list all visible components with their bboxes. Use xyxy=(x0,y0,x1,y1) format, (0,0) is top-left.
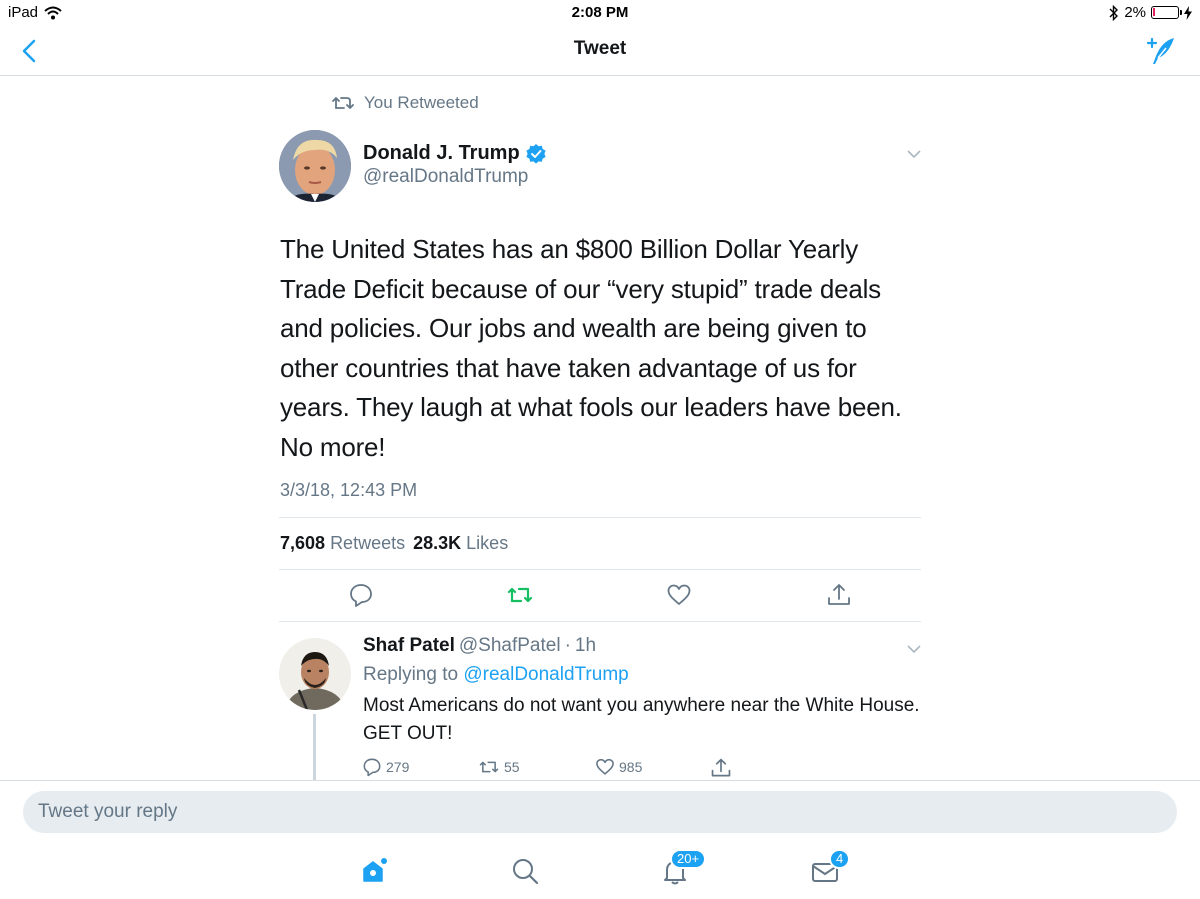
retweet-count: 55 xyxy=(504,759,520,775)
chevron-down-icon[interactable] xyxy=(905,147,923,161)
divider xyxy=(279,569,921,570)
status-bar: iPad 2:08 PM 2% xyxy=(0,0,1200,26)
battery-icon xyxy=(1151,6,1182,19)
reply-avatar[interactable] xyxy=(279,638,351,710)
reply-input[interactable] xyxy=(23,791,1177,833)
tweet-timestamp: 3/3/18, 12:43 PM xyxy=(280,480,418,500)
retweeted-indicator: You Retweeted xyxy=(332,93,479,113)
avatar-image xyxy=(279,130,351,202)
reply-composer xyxy=(0,780,1200,844)
author-name[interactable]: Donald J. Trump xyxy=(363,142,546,165)
replying-to-label: Replying to xyxy=(363,664,459,685)
reply-like-action[interactable]: 985 xyxy=(595,757,642,777)
author-name-text: Donald J. Trump xyxy=(363,142,520,164)
reply-author-name[interactable]: Shaf Patel xyxy=(363,635,455,657)
reply-time: 1h xyxy=(574,635,597,656)
tweet-stats: 7,608 Retweets 28.3K Likes xyxy=(280,533,508,554)
messages-badge: 4 xyxy=(829,849,851,869)
retweets-label: Retweets xyxy=(330,533,406,553)
home-icon[interactable] xyxy=(360,856,390,886)
tab-bar: 20+ 4 xyxy=(0,844,1200,899)
charging-bolt-icon xyxy=(1184,5,1192,20)
nav-bar: Tweet xyxy=(0,26,1200,76)
verified-badge-icon xyxy=(526,143,546,164)
reply-count: 279 xyxy=(386,759,410,775)
like-icon xyxy=(596,758,614,775)
reply-icon xyxy=(363,758,381,777)
retweets-count: 7,608 xyxy=(280,533,326,553)
reply-share-action[interactable] xyxy=(710,757,732,779)
separator-dot: · xyxy=(564,635,571,656)
share-icon xyxy=(711,758,731,777)
thread-line xyxy=(313,714,316,780)
share-icon[interactable] xyxy=(826,582,852,608)
likes-label: Likes xyxy=(466,533,509,553)
reply-retweet-action[interactable]: 55 xyxy=(478,757,520,777)
author-avatar[interactable] xyxy=(279,130,351,202)
like-count: 985 xyxy=(619,759,643,775)
compose-icon[interactable] xyxy=(1144,34,1178,68)
page-title: Tweet xyxy=(573,38,627,59)
reply-header: Shaf Patel @ShafPatel · 1h xyxy=(363,635,596,657)
likes-stat[interactable]: 28.3K Likes xyxy=(413,533,508,554)
status-time: 2:08 PM xyxy=(571,4,629,21)
status-right: 2% xyxy=(1109,4,1192,21)
reply-reply-action[interactable]: 279 xyxy=(362,757,409,777)
retweets-stat[interactable]: 7,608 Retweets xyxy=(280,533,405,554)
like-icon[interactable] xyxy=(666,582,692,608)
reply-icon[interactable] xyxy=(348,582,374,608)
retweeted-label: You Retweeted xyxy=(364,93,479,112)
divider xyxy=(279,621,921,622)
search-icon[interactable] xyxy=(510,856,540,886)
divider xyxy=(279,517,921,518)
replying-to: Replying to @realDonaldTrump xyxy=(363,664,629,686)
bluetooth-icon xyxy=(1109,4,1119,21)
retweet-icon[interactable] xyxy=(507,582,533,608)
likes-count: 28.3K xyxy=(413,533,462,553)
notifications-badge: 20+ xyxy=(670,849,707,869)
reply-author-handle[interactable]: @ShafPatel xyxy=(459,635,561,657)
tweet-text: The United States has an $800 Billion Do… xyxy=(280,234,902,462)
author-handle[interactable]: @realDonaldTrump xyxy=(363,166,528,188)
retweet-icon xyxy=(479,761,499,773)
replying-to-handle[interactable]: @realDonaldTrump xyxy=(463,664,628,685)
chevron-down-icon[interactable] xyxy=(905,642,923,656)
battery-percent: 2% xyxy=(1124,4,1146,21)
reply-text: Most Americans do not want you anywhere … xyxy=(363,695,920,744)
avatar-image xyxy=(279,638,351,710)
retweet-icon xyxy=(332,97,354,109)
